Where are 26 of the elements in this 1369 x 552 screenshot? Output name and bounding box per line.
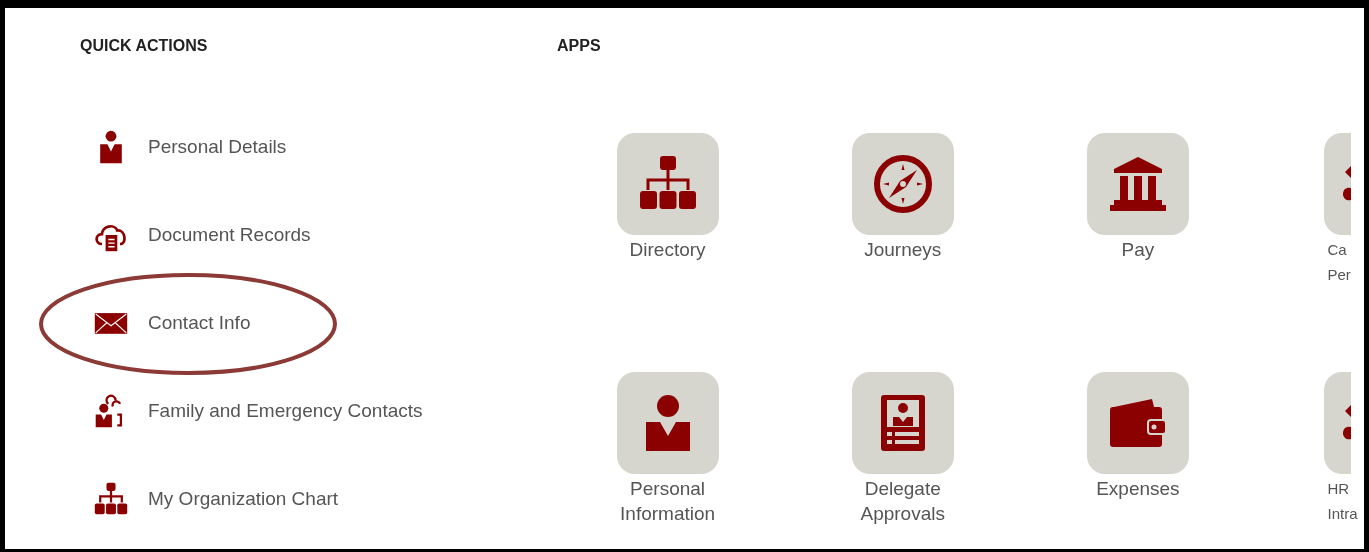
app-label: Ca Per	[1327, 240, 1351, 285]
app-label: Expenses	[1096, 477, 1180, 501]
app-label: HR Intra	[1327, 479, 1358, 524]
app-label: Directory	[629, 238, 706, 262]
app-tile[interactable]	[851, 133, 954, 235]
quick-action-link[interactable]: Family and Emergency Contacts	[148, 400, 423, 422]
app-tile[interactable]	[616, 372, 719, 474]
section-heading: QUICK ACTIONS	[80, 36, 209, 56]
bank-icon	[1107, 154, 1168, 214]
app-tile[interactable]	[1086, 133, 1189, 235]
app-tile[interactable]	[851, 372, 954, 474]
app-label: Delegate Approvals	[860, 477, 945, 526]
compass-icon	[872, 154, 933, 214]
app-label: Personal Information	[620, 477, 716, 526]
section-heading: APPS	[557, 36, 602, 56]
app-tile[interactable]	[616, 133, 719, 235]
quick-action-link[interactable]: Contact Info	[148, 312, 251, 334]
app-tile[interactable]	[1086, 372, 1189, 474]
quick-action-link[interactable]: Personal Details	[148, 136, 287, 158]
org-chart-icon	[93, 481, 129, 517]
app-label: Pay	[1121, 238, 1155, 262]
app-tile[interactable]	[1324, 133, 1352, 235]
quick-action-link[interactable]: My Organization Chart	[148, 488, 339, 510]
quick-action-link[interactable]: Document Records	[148, 224, 311, 246]
app-label: Journeys	[864, 238, 942, 262]
app-tile[interactable]	[1324, 372, 1352, 474]
